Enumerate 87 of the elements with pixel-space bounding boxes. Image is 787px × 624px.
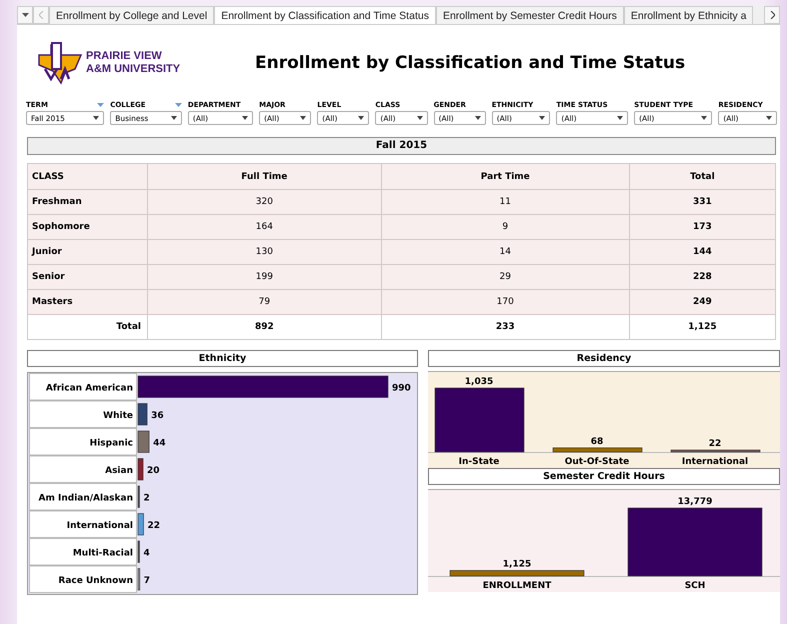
table-cell: 1,125 bbox=[629, 314, 776, 340]
data-label: 36 bbox=[151, 411, 164, 421]
sheet-tab[interactable]: Enrollment by Ethnicity a bbox=[624, 6, 754, 24]
table-cell: 130 bbox=[148, 240, 382, 264]
bar bbox=[138, 486, 140, 508]
chevron-right-icon bbox=[770, 11, 774, 19]
data-label: 4 bbox=[144, 548, 150, 558]
category-label: White bbox=[103, 411, 133, 421]
caret-icon bbox=[701, 116, 708, 120]
university-name: A&M UNIVERSITY bbox=[86, 63, 180, 76]
table-cell: Senior bbox=[28, 264, 148, 290]
data-label: 68 bbox=[590, 436, 604, 447]
caret-icon[interactable] bbox=[174, 103, 182, 107]
chevron-left-icon bbox=[38, 11, 44, 19]
caret-icon bbox=[242, 116, 248, 120]
table-cell: 233 bbox=[381, 314, 630, 340]
caret-icon bbox=[617, 116, 624, 120]
caret-icon bbox=[300, 116, 306, 120]
data-label: 44 bbox=[153, 438, 166, 448]
table-cell: 144 bbox=[629, 240, 776, 264]
sheet-tab[interactable]: Enrollment by College and Level bbox=[49, 6, 214, 24]
university-name: PRAIRIE VIEW bbox=[86, 50, 163, 63]
data-label: 2 bbox=[144, 494, 150, 504]
data-label: 7 bbox=[144, 576, 150, 586]
caret-icon bbox=[170, 116, 177, 120]
caret-icon bbox=[474, 116, 481, 120]
table-cell: 228 bbox=[629, 264, 776, 290]
bar bbox=[138, 540, 140, 563]
category-label: Out-Of-State bbox=[564, 457, 630, 467]
data-label: 13,779 bbox=[678, 497, 712, 507]
table-cell: Junior bbox=[28, 240, 148, 264]
bar bbox=[138, 568, 140, 590]
table-cell: 892 bbox=[148, 314, 382, 340]
data-label: 990 bbox=[392, 384, 411, 394]
bar bbox=[138, 513, 144, 536]
data-label: 1,125 bbox=[502, 559, 532, 570]
data-label: 1,035 bbox=[464, 377, 494, 387]
category-label: Am Indian/Alaskan bbox=[38, 494, 133, 504]
caret-icon bbox=[766, 116, 772, 120]
table-cell: Sophomore bbox=[28, 214, 148, 240]
data-label: 20 bbox=[147, 466, 160, 476]
caret-icon[interactable] bbox=[97, 103, 104, 107]
table-cell: 331 bbox=[629, 190, 776, 214]
table-cell: 164 bbox=[148, 214, 382, 240]
column-header: Total bbox=[629, 164, 776, 190]
sheet-tab[interactable]: Enrollment by Semester Credit Hours bbox=[436, 6, 624, 24]
column-header: Full Time bbox=[148, 164, 382, 190]
bar bbox=[138, 458, 144, 480]
category-label: Asian bbox=[105, 466, 133, 476]
chart-title: Residency bbox=[428, 350, 780, 367]
table-cell: 9 bbox=[381, 214, 630, 240]
logo-icon bbox=[37, 41, 83, 85]
table-cell: 199 bbox=[148, 264, 382, 290]
category-label: International bbox=[66, 521, 133, 531]
column-header: Part Time bbox=[381, 164, 630, 190]
column-header: CLASS bbox=[28, 164, 148, 190]
table-cell: 14 bbox=[381, 240, 630, 264]
table-cell: 173 bbox=[629, 214, 776, 240]
category-label: Hispanic bbox=[90, 438, 133, 448]
bar bbox=[138, 403, 148, 426]
next-tab-button[interactable] bbox=[764, 6, 780, 24]
category-label: International bbox=[682, 457, 748, 467]
caret-icon bbox=[93, 116, 100, 120]
sheet-tab[interactable]: Enrollment by Classification and Time Status bbox=[214, 6, 436, 24]
chart-title: Semester Credit Hours bbox=[428, 468, 780, 485]
category-label: Multi-Racial bbox=[72, 548, 133, 558]
category-label: In-State bbox=[458, 457, 500, 467]
bar bbox=[138, 430, 150, 453]
caret-icon bbox=[539, 116, 546, 120]
caret-icon bbox=[416, 116, 423, 120]
data-label: 22 bbox=[148, 521, 160, 531]
dropdown-button[interactable] bbox=[17, 6, 33, 24]
category-label: African American bbox=[46, 384, 133, 394]
table-cell: Total bbox=[28, 314, 148, 340]
table-cell: 29 bbox=[381, 264, 630, 290]
table-cell: 320 bbox=[148, 190, 382, 214]
caret-icon bbox=[22, 13, 28, 17]
category-label: SCH bbox=[684, 581, 706, 591]
table-cell: 11 bbox=[381, 190, 630, 214]
data-label: 22 bbox=[708, 439, 722, 449]
dashboard-title: Enrollment by Classification and Time Status bbox=[255, 53, 686, 73]
category-label: ENROLLMENT bbox=[482, 581, 552, 591]
chart-title: Ethnicity bbox=[27, 350, 418, 367]
table-heading: Fall 2015 bbox=[27, 137, 776, 155]
caret-icon bbox=[358, 116, 364, 120]
table-cell: Freshman bbox=[28, 190, 148, 214]
category-label: Race Unknown bbox=[58, 576, 133, 586]
